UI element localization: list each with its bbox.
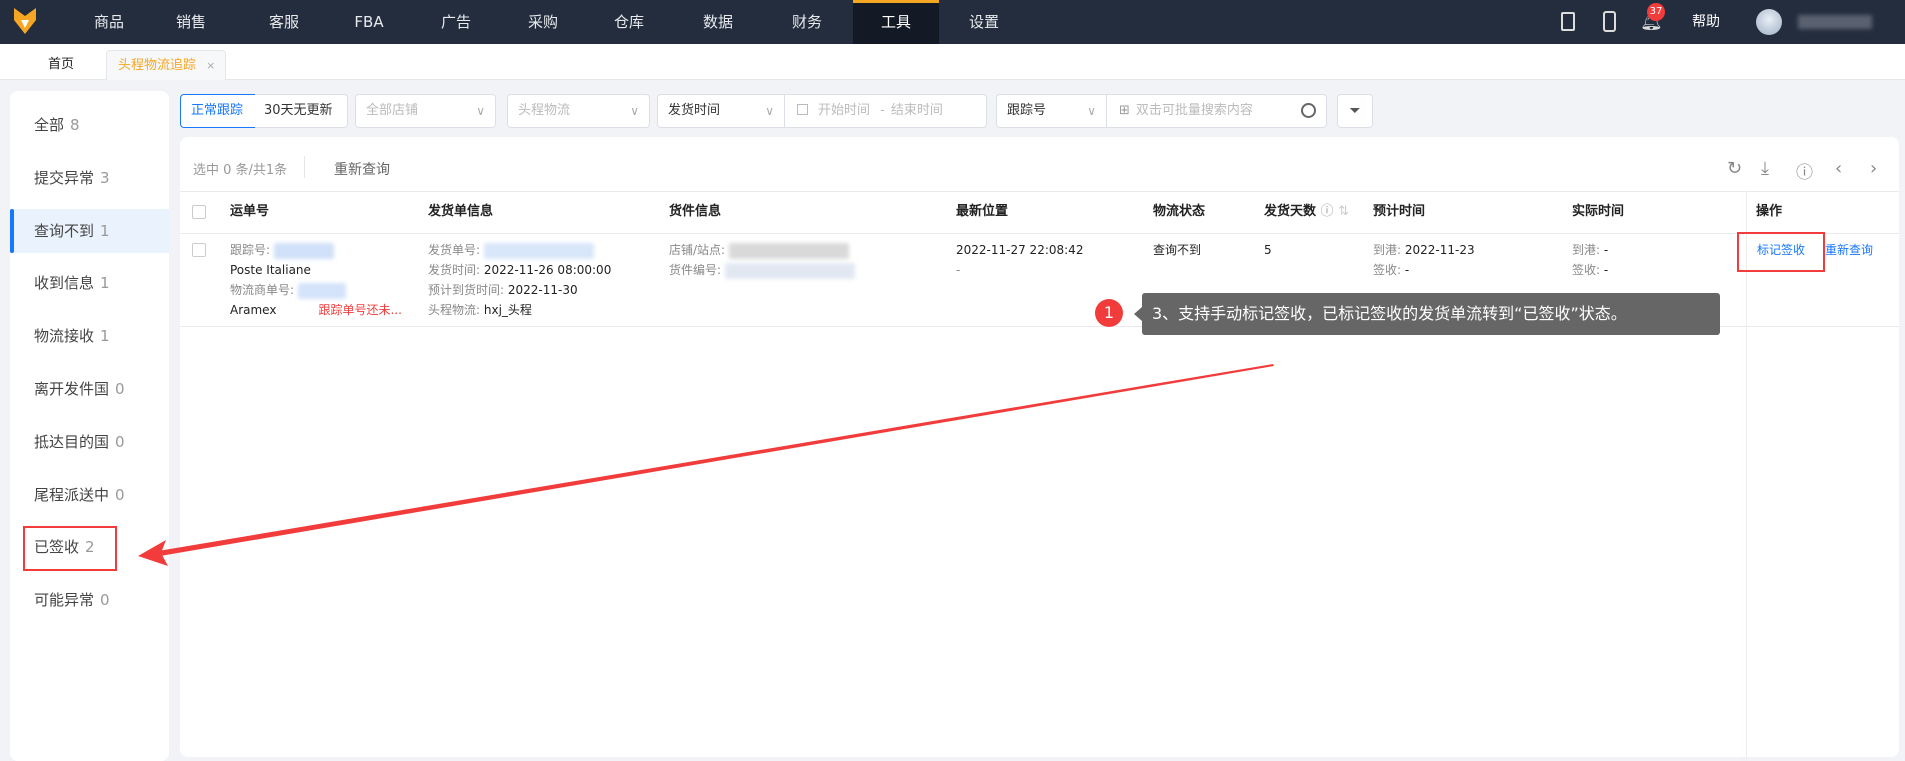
annotation-arrow [138, 364, 1274, 566]
arrow-shaft [158, 364, 1274, 556]
